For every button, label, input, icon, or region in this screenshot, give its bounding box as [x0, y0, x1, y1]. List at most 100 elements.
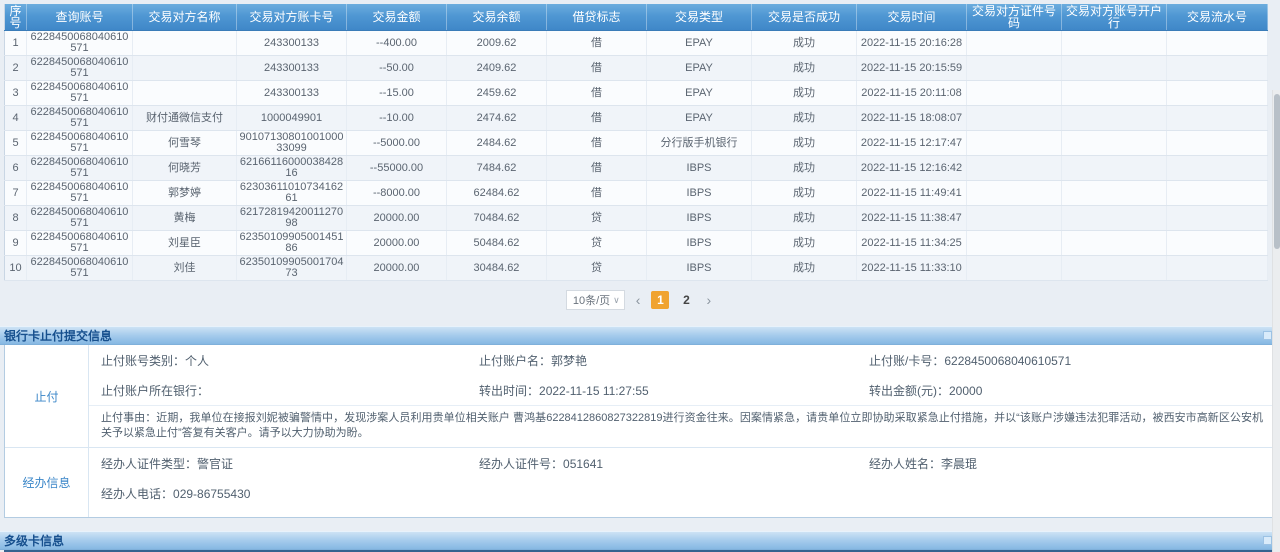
- table-cell: [967, 81, 1062, 106]
- field-value: 李晨琨: [941, 457, 977, 471]
- table-cell: 黄梅: [133, 206, 237, 231]
- field-label: 经办人证件号：: [479, 457, 563, 471]
- table-cell: 借: [547, 106, 647, 131]
- column-header: 查询账号: [27, 4, 133, 31]
- table-cell: IBPS: [647, 206, 752, 231]
- table-cell: 5: [5, 131, 27, 156]
- table-cell: 243300133: [237, 81, 347, 106]
- page-button-1[interactable]: 1: [651, 291, 669, 309]
- page-button-2[interactable]: 2: [677, 291, 695, 309]
- table-cell: 2022-11-15 20:11:08: [857, 81, 967, 106]
- field-value: 20000: [949, 384, 982, 398]
- table-row: 16228450068040610571243300133--400.00200…: [5, 31, 1268, 56]
- table-cell: [967, 206, 1062, 231]
- table-cell: [967, 106, 1062, 131]
- handler-info-group: 经办信息 经办人证件类型：警官证经办人证件号：051641经办人姓名：李晨琨 经…: [5, 447, 1275, 517]
- field-row: 经办人电话：029-86755430: [89, 478, 1275, 508]
- field-label: 止付账号类别：: [101, 354, 185, 368]
- field-label: 转出金额(元)：: [869, 384, 949, 398]
- field-value: 个人: [185, 354, 209, 368]
- table-cell: [133, 81, 237, 106]
- table-cell: 成功: [752, 31, 857, 56]
- field-value: 警官证: [197, 457, 233, 471]
- vertical-scrollbar[interactable]: [1272, 90, 1280, 552]
- table-cell: 成功: [752, 81, 857, 106]
- table-cell: 2022-11-15 12:17:47: [857, 131, 967, 156]
- field: 经办人电话：029-86755430: [89, 485, 467, 502]
- field: 转出金额(元)：20000: [857, 382, 1275, 399]
- stop-payment-panel: 止付 止付账号类别：个人止付账户名：郭梦艳止付账/卡号：622845006804…: [4, 345, 1276, 518]
- table-cell: 借: [547, 131, 647, 156]
- table-cell: IBPS: [647, 181, 752, 206]
- field: 止付账户所在银行：: [89, 382, 467, 399]
- table-cell: 6228450068040610571: [27, 231, 133, 256]
- table-cell: 6228450068040610571: [27, 256, 133, 281]
- transactions-table: 序号查询账号交易对方名称交易对方账卡号交易金额交易余额借贷标志交易类型交易是否成…: [4, 4, 1268, 281]
- field: 止付账/卡号：6228450068040610571: [857, 352, 1275, 369]
- table-row: 46228450068040610571财付通微信支付1000049901--1…: [5, 106, 1268, 131]
- table-cell: 贷: [547, 206, 647, 231]
- table-row: 76228450068040610571郭梦婷62303611010734162…: [5, 181, 1268, 206]
- next-page-button[interactable]: ›: [703, 291, 714, 309]
- table-cell: 分行版手机银行: [647, 131, 752, 156]
- multi-card-section-bar: 多级卡信息: [0, 531, 1280, 550]
- table-cell: [1062, 106, 1167, 131]
- table-cell: 20000.00: [347, 206, 447, 231]
- table-cell: 2022-11-15 18:08:07: [857, 106, 967, 131]
- table-cell: --5000.00: [347, 131, 447, 156]
- table-row: 86228450068040610571黄梅621728194200112709…: [5, 206, 1268, 231]
- table-cell: 6228450068040610571: [27, 31, 133, 56]
- table-cell: EPAY: [647, 56, 752, 81]
- table-cell: [967, 56, 1062, 81]
- table-cell: 9: [5, 231, 27, 256]
- table-cell: 70484.62: [447, 206, 547, 231]
- field-label: 转出时间：: [479, 384, 539, 398]
- table-cell: [1167, 181, 1268, 206]
- table-cell: 6228450068040610571: [27, 156, 133, 181]
- scrollbar-thumb[interactable]: [1274, 94, 1280, 249]
- table-cell: [133, 56, 237, 81]
- column-header: 交易余额: [447, 4, 547, 31]
- table-cell: 刘佳: [133, 256, 237, 281]
- table-cell: 2022-11-15 20:15:59: [857, 56, 967, 81]
- table-cell: 243300133: [237, 56, 347, 81]
- table-cell: 1000049901: [237, 106, 347, 131]
- column-header: 交易金额: [347, 4, 447, 31]
- table-cell: 郭梦婷: [133, 181, 237, 206]
- table-cell: 62484.62: [447, 181, 547, 206]
- table-cell: 借: [547, 31, 647, 56]
- table-cell: 4: [5, 106, 27, 131]
- field-label: 止付账户所在银行：: [101, 384, 209, 398]
- table-cell: 50484.62: [447, 231, 547, 256]
- table-cell: 2022-11-15 11:33:10: [857, 256, 967, 281]
- table-cell: 6235010990500170473: [237, 256, 347, 281]
- table-row: 66228450068040610571何晓芳62166116000038428…: [5, 156, 1268, 181]
- collapse-icon[interactable]: [1263, 331, 1272, 340]
- column-header: 交易类型: [647, 4, 752, 31]
- table-cell: 何晓芳: [133, 156, 237, 181]
- table-cell: EPAY: [647, 31, 752, 56]
- table-cell: 6230361101073416261: [237, 181, 347, 206]
- collapse-icon[interactable]: [1263, 536, 1272, 545]
- table-cell: 20000.00: [347, 231, 447, 256]
- table-cell: 2484.62: [447, 131, 547, 156]
- column-header: 交易对方名称: [133, 4, 237, 31]
- field-value: 郭梦艳: [551, 354, 587, 368]
- table-cell: 借: [547, 156, 647, 181]
- field-label: 经办人电话：: [101, 487, 173, 501]
- table-cell: --50.00: [347, 56, 447, 81]
- table-cell: IBPS: [647, 231, 752, 256]
- prev-page-button[interactable]: ‹: [633, 291, 644, 309]
- page-size-select[interactable]: 10条/页 ∨: [566, 290, 625, 310]
- table-cell: [967, 131, 1062, 156]
- table-cell: 6235010990500145186: [237, 231, 347, 256]
- section-title: 银行卡止付提交信息: [4, 327, 112, 344]
- table-cell: 2: [5, 56, 27, 81]
- table-cell: 成功: [752, 256, 857, 281]
- stop-payment-group: 止付 止付账号类别：个人止付账户名：郭梦艳止付账/卡号：622845006804…: [5, 345, 1275, 447]
- table-cell: 6228450068040610571: [27, 181, 133, 206]
- table-cell: 成功: [752, 206, 857, 231]
- table-cell: 借: [547, 56, 647, 81]
- table-cell: --10.00: [347, 106, 447, 131]
- table-cell: 刘星臣: [133, 231, 237, 256]
